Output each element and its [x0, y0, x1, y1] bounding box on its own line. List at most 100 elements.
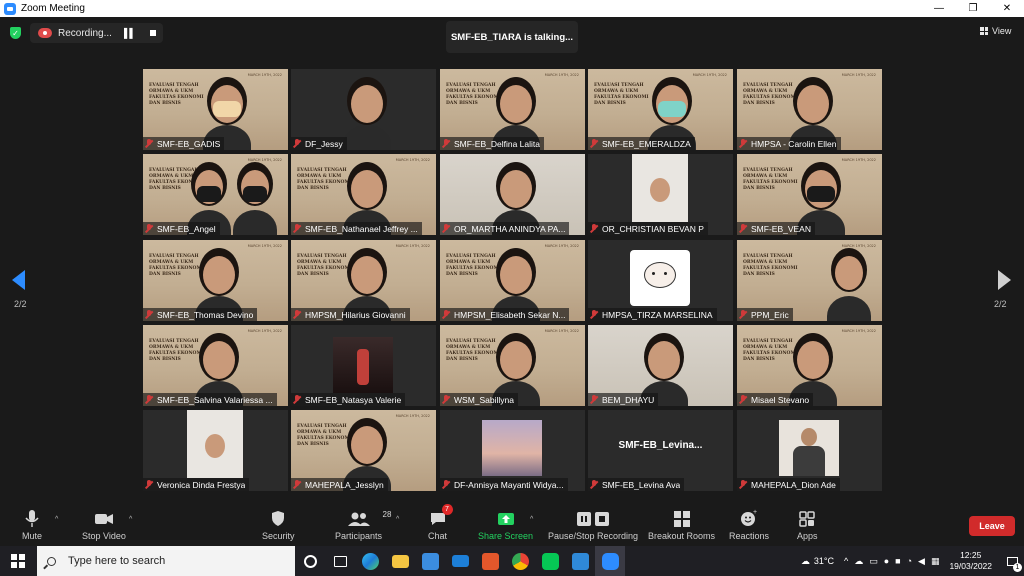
pause-stop-recording-button[interactable]: Pause/Stop Recording: [548, 508, 638, 541]
maximize-button[interactable]: ❐: [956, 0, 990, 17]
participant-video-tile[interactable]: Veronica Dinda Frestya: [143, 410, 288, 491]
show-hidden-icons-chevron-icon[interactable]: ^: [844, 556, 848, 566]
participant-body: [827, 296, 871, 321]
participant-video-tile[interactable]: EVALUASI TENGAH ORMAWA & UKM FAKULTAS EK…: [737, 154, 882, 235]
participant-video-tile[interactable]: DF_Jessy: [291, 69, 436, 150]
participant-face: [797, 85, 829, 123]
pause-recording-icon[interactable]: ▌▌: [124, 28, 136, 38]
notification-center-icon[interactable]: 1: [1000, 546, 1024, 576]
participant-name: WSM_Sabillyna: [454, 394, 514, 405]
chat-bubble-icon: 7: [429, 504, 453, 528]
muted-microphone-icon: [145, 224, 153, 233]
taskbar-search-box[interactable]: Type here to search: [37, 546, 295, 576]
temperature-readout[interactable]: 31°C: [814, 556, 834, 566]
participant-name: DF-Annisya Mayanti Widya...: [454, 479, 564, 490]
participant-name: DF_Jessy: [305, 138, 343, 149]
participant-video-tile[interactable]: EVALUASI TENGAH ORMAWA & UKM FAKULTAS EK…: [440, 69, 585, 150]
participant-video-tile[interactable]: OR_MARTHA ANINDYA PA...: [440, 154, 585, 235]
photos-app-icon[interactable]: [565, 546, 595, 576]
participant-name: Misael Stevano: [751, 394, 810, 405]
participant-video-tile[interactable]: SMF-EB_Natasya Valerie: [291, 325, 436, 406]
participant-face: [835, 256, 863, 290]
mail-icon[interactable]: [445, 546, 475, 576]
video-options-chevron-icon[interactable]: ^: [129, 516, 132, 523]
poster-heading: EVALUASI TENGAH ORMAWA & UKM FAKULTAS EK…: [594, 83, 649, 106]
participant-video-tile[interactable]: EVALUASI TENGAH ORMAWA & UKM FAKULTAS EK…: [143, 240, 288, 321]
battery-icon[interactable]: ▭: [869, 556, 878, 567]
poster-date: MARCH 19TH, 2022: [395, 414, 430, 418]
participant-video-tile[interactable]: EVALUASI TENGAH ORMAWA & UKM FAKULTAS EK…: [737, 325, 882, 406]
edge-browser-icon[interactable]: [355, 546, 385, 576]
office-icon[interactable]: [475, 546, 505, 576]
chat-unread-badge: 7: [441, 504, 453, 515]
poster-date: MARCH 19TH, 2022: [544, 73, 579, 77]
cloud-recording-icon: [38, 28, 52, 38]
security-button[interactable]: Security: [262, 508, 295, 541]
poster-date: MARCH 19TH, 2022: [841, 73, 876, 77]
participant-video-tile[interactable]: EVALUASI TENGAH ORMAWA & UKM FAKULTAS EK…: [143, 154, 288, 235]
participant-video-tile[interactable]: EVALUASI TENGAH ORMAWA & UKM FAKULTAS EK…: [737, 240, 882, 321]
participant-body: [233, 210, 277, 235]
line-app-icon[interactable]: [535, 546, 565, 576]
file-explorer-icon[interactable]: [385, 546, 415, 576]
task-view-icon[interactable]: [325, 546, 355, 576]
leave-button[interactable]: Leave: [969, 516, 1015, 536]
next-page-arrow-icon[interactable]: [998, 270, 1011, 290]
chat-button[interactable]: 7 Chat: [428, 504, 453, 541]
participant-video-tile[interactable]: EVALUASI TENGAH ORMAWA & UKM FAKULTAS EK…: [440, 240, 585, 321]
close-button[interactable]: ✕: [990, 0, 1024, 17]
grid-icon: [980, 27, 988, 35]
participants-button[interactable]: 28 Participants: [335, 508, 391, 541]
chrome-icon[interactable]: [505, 546, 535, 576]
wifi-icon[interactable]: ◔: [907, 556, 912, 566]
reactions-button[interactable]: + Reactions: [729, 508, 769, 541]
muted-microphone-icon: [293, 224, 301, 233]
breakout-rooms-button[interactable]: Breakout Rooms: [648, 508, 715, 541]
participant-video-tile[interactable]: EVALUASI TENGAH ORMAWA & UKM FAKULTAS EK…: [737, 69, 882, 150]
cortana-icon[interactable]: [295, 546, 325, 576]
encryption-shield-icon[interactable]: ✓: [10, 27, 21, 39]
participant-video-tile[interactable]: DF-Annisya Mayanti Widya...: [440, 410, 585, 491]
participant-video-tile[interactable]: SMF-EB_Levina... SMF-EB_Levina Ava: [588, 410, 733, 491]
participant-name: SMF-EB_VEAN: [751, 223, 811, 234]
face-mask: [197, 186, 221, 202]
audio-options-chevron-icon[interactable]: ^: [55, 516, 58, 523]
view-button[interactable]: View: [980, 26, 1011, 36]
muted-microphone-icon: [293, 310, 301, 319]
participant-video-tile[interactable]: EVALUASI TENGAH ORMAWA & UKM FAKULTAS EK…: [588, 69, 733, 150]
participant-video-tile[interactable]: BEM_DHAYU: [588, 325, 733, 406]
participant-video-tile[interactable]: EVALUASI TENGAH ORMAWA & UKM FAKULTAS EK…: [143, 69, 288, 150]
share-options-chevron-icon[interactable]: ^: [530, 516, 533, 523]
zoom-taskbar-icon[interactable]: [595, 546, 625, 576]
participant-video-tile[interactable]: HMPSA_TIRZA MARSELINA: [588, 240, 733, 321]
taskbar-clock[interactable]: 12:25 19/03/2022: [949, 550, 992, 572]
participant-video-tile[interactable]: EVALUASI TENGAH ORMAWA & UKM FAKULTAS EK…: [291, 154, 436, 235]
participant-video-tile[interactable]: MAHEPALA_Dion Ade: [737, 410, 882, 491]
apps-button[interactable]: Apps: [797, 508, 818, 541]
participant-video-tile[interactable]: OR_CHRISTIAN BEVAN P: [588, 154, 733, 235]
mute-button[interactable]: Mute: [22, 508, 42, 541]
participant-video-tile[interactable]: EVALUASI TENGAH ORMAWA & UKM FAKULTAS EK…: [291, 410, 436, 491]
minimize-button[interactable]: —: [922, 0, 956, 17]
previous-page-arrow-icon[interactable]: [12, 270, 25, 290]
participant-video-tile[interactable]: EVALUASI TENGAH ORMAWA & UKM FAKULTAS EK…: [291, 240, 436, 321]
microsoft-store-icon[interactable]: [415, 546, 445, 576]
stop-video-button[interactable]: Stop Video: [82, 508, 126, 541]
participant-video-tile[interactable]: EVALUASI TENGAH ORMAWA & UKM FAKULTAS EK…: [440, 325, 585, 406]
poster-date: MARCH 19TH, 2022: [692, 73, 727, 77]
participant-video-tile[interactable]: EVALUASI TENGAH ORMAWA & UKM FAKULTAS EK…: [143, 325, 288, 406]
tray-microphone-icon[interactable]: ●: [884, 556, 889, 566]
share-screen-button[interactable]: Share Screen: [478, 508, 533, 541]
participant-name-tag: HMPSA - Carolin Ellen: [737, 137, 841, 150]
weather-cloud-icon[interactable]: ☁: [801, 556, 810, 567]
participants-options-chevron-icon[interactable]: ^: [396, 516, 399, 523]
stop-recording-icon[interactable]: [149, 30, 156, 36]
onedrive-cloud-icon[interactable]: ☁: [854, 556, 863, 567]
tray-security-icon[interactable]: ■: [895, 556, 900, 566]
title-bar: Zoom Meeting — ❐ ✕: [0, 0, 1024, 17]
volume-icon[interactable]: ◀: [918, 556, 925, 567]
language-icon[interactable]: ▦: [931, 556, 940, 567]
muted-microphone-icon: [739, 310, 747, 319]
face-mask: [658, 101, 686, 117]
windows-start-icon[interactable]: [11, 554, 25, 568]
